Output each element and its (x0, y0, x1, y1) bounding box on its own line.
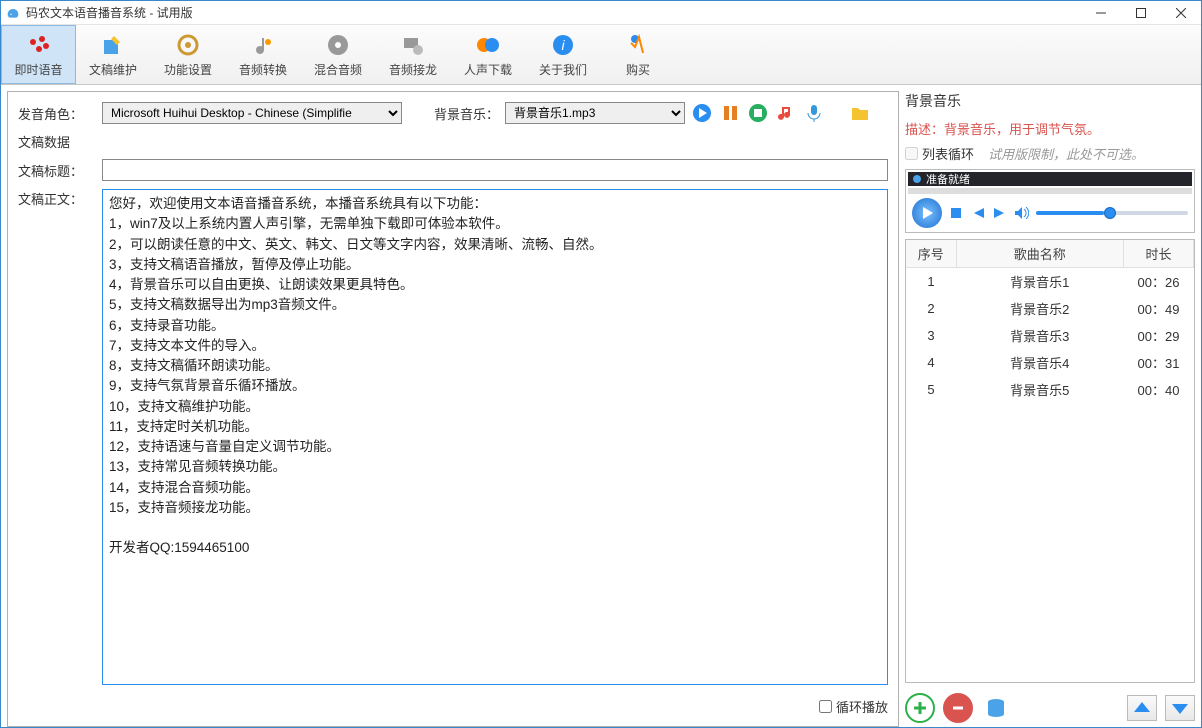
doc-body-label: 文稿正文： (18, 189, 96, 685)
toolbar-doc-maintain[interactable]: 文稿维护 (76, 25, 151, 84)
minimize-button[interactable] (1081, 1, 1121, 25)
doc-maintain-icon (99, 31, 127, 59)
toolbar-mix-audio[interactable]: 混合音频 (301, 25, 376, 84)
col-no: 序号 (906, 240, 956, 268)
titlebar: 码农文本语音播音系统 - 试用版 (1, 1, 1201, 25)
player-volume-icon[interactable] (1014, 205, 1030, 221)
maximize-button[interactable] (1121, 1, 1161, 25)
volume-slider[interactable] (1036, 211, 1188, 215)
bgm-desc: 描述：背景音乐，用于调节气氛。 (905, 119, 1195, 138)
storage-button[interactable] (981, 693, 1011, 723)
left-panel: 发音角色： Microsoft Huihui Desktop - Chinese… (7, 91, 899, 727)
play-button[interactable] (691, 102, 713, 124)
toolbar-buy[interactable]: 购买 (601, 25, 676, 84)
voice-select[interactable]: Microsoft Huihui Desktop - Chinese (Simp… (102, 102, 402, 124)
instant-voice-icon (25, 31, 53, 59)
playlist-row[interactable]: 4背景音乐400：31 (906, 349, 1194, 376)
mix-audio-icon (324, 31, 352, 59)
settings-icon (174, 31, 202, 59)
toolbar-settings[interactable]: 功能设置 (151, 25, 226, 84)
toolbar-about[interactable]: i 关于我们 (526, 25, 601, 84)
loop-checkbox[interactable] (819, 700, 832, 713)
doc-body-textarea[interactable] (102, 189, 888, 685)
buy-icon (624, 31, 652, 59)
audio-chain-icon (399, 31, 427, 59)
voice-download-icon (474, 31, 502, 59)
add-button[interactable] (905, 693, 935, 723)
bgm-label: 背景音乐： (434, 104, 499, 123)
bgm-panel-title: 背景音乐 (905, 91, 1195, 111)
player-next-button[interactable] (992, 205, 1008, 221)
doc-data-label: 文稿数据 (18, 132, 888, 151)
audio-convert-icon (249, 31, 277, 59)
player-stop-button[interactable] (948, 205, 964, 221)
move-up-button[interactable] (1127, 695, 1157, 721)
player-status: 准备就绪 (926, 171, 970, 187)
playlist-row[interactable]: 5背景音乐500：40 (906, 376, 1194, 403)
close-button[interactable] (1161, 1, 1201, 25)
about-icon: i (549, 31, 577, 59)
toolbar-audio-convert[interactable]: 音频转换 (226, 25, 301, 84)
move-down-button[interactable] (1165, 695, 1195, 721)
audio-player: 准备就绪 (905, 169, 1195, 233)
list-loop-checkbox (905, 147, 918, 160)
list-loop-label: 列表循环 (922, 144, 974, 163)
mic-button[interactable] (803, 102, 825, 124)
playlist-row[interactable]: 3背景音乐300：29 (906, 322, 1194, 349)
col-name: 歌曲名称 (956, 240, 1124, 268)
toolbar-voice-download[interactable]: 人声下载 (451, 25, 526, 84)
playlist: 序号 歌曲名称 时长 1背景音乐100：262背景音乐200：493背景音乐30… (905, 239, 1195, 683)
toolbar: 即时语音 文稿维护 功能设置 音频转换 混合音频 音频接龙 人声下载 i 关于我 (1, 25, 1201, 85)
doc-title-label: 文稿标题： (18, 161, 96, 180)
right-panel: 背景音乐 描述：背景音乐，用于调节气氛。 列表循环 试用版限制，此处不可选。 准… (905, 91, 1195, 727)
player-prev-button[interactable] (970, 205, 986, 221)
open-file-button[interactable] (849, 102, 871, 124)
playlist-row[interactable]: 1背景音乐100：26 (906, 268, 1194, 296)
player-status-icon (912, 174, 922, 184)
col-dur: 时长 (1124, 240, 1194, 268)
window-title: 码农文本语音播音系统 - 试用版 (26, 4, 1081, 21)
bgm-select[interactable]: 背景音乐1.mp3 (505, 102, 685, 124)
remove-button[interactable] (943, 693, 973, 723)
pause-button[interactable] (719, 102, 741, 124)
player-progress[interactable] (908, 188, 1192, 194)
player-play-button[interactable] (912, 198, 942, 228)
doc-title-input[interactable] (102, 159, 888, 181)
loop-label[interactable]: 循环播放 (836, 697, 888, 716)
playlist-row[interactable]: 2背景音乐200：49 (906, 295, 1194, 322)
toolbar-audio-chain[interactable]: 音频接龙 (376, 25, 451, 84)
app-icon (5, 5, 21, 21)
voice-label: 发音角色： (18, 104, 96, 123)
music-button[interactable] (775, 102, 797, 124)
toolbar-instant-voice[interactable]: 即时语音 (1, 25, 76, 84)
stop-button[interactable] (747, 102, 769, 124)
trial-hint: 试用版限制，此处不可选。 (988, 144, 1144, 163)
